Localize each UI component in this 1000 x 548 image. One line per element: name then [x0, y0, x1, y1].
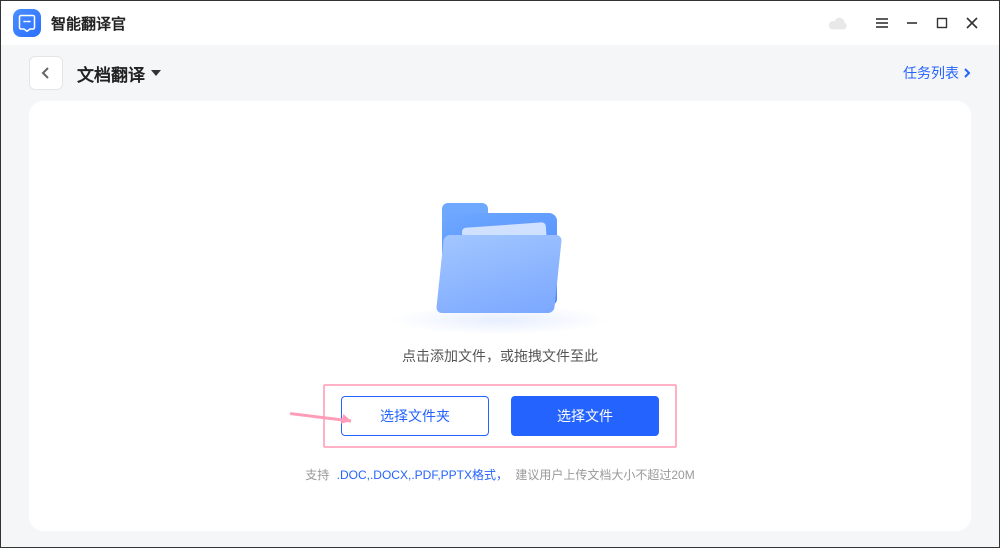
close-button[interactable] [957, 8, 987, 38]
support-hint: 支持 .DOC,.DOCX,.PDF,PPTX格式， 建议用户上传文档大小不超过… [305, 466, 694, 483]
page-title-dropdown[interactable]: 文档翻译 [77, 61, 161, 86]
task-list-label: 任务列表 [903, 63, 959, 83]
select-file-button[interactable]: 选择文件 [511, 396, 659, 436]
back-button[interactable] [29, 56, 63, 90]
menu-button[interactable] [867, 8, 897, 38]
task-list-link[interactable]: 任务列表 [903, 63, 971, 83]
page-title-text: 文档翻译 [77, 61, 145, 86]
chevron-right-icon [963, 67, 971, 79]
select-folder-button[interactable]: 选择文件夹 [341, 396, 489, 436]
minimize-button[interactable] [897, 8, 927, 38]
app-logo [13, 9, 41, 37]
folder-icon [400, 201, 600, 331]
upload-dropzone[interactable]: 点击添加文件，或拖拽文件至此 选择文件夹 选择文件 支持 .DOC,.DOCX,… [29, 101, 971, 531]
button-group-highlight: 选择文件夹 选择文件 [323, 384, 677, 448]
cloud-icon [827, 15, 849, 31]
dropzone-hint: 点击添加文件，或拖拽文件至此 [402, 346, 598, 366]
app-title: 智能翻译官 [51, 13, 126, 34]
maximize-button[interactable] [927, 8, 957, 38]
chevron-down-icon [151, 70, 161, 76]
